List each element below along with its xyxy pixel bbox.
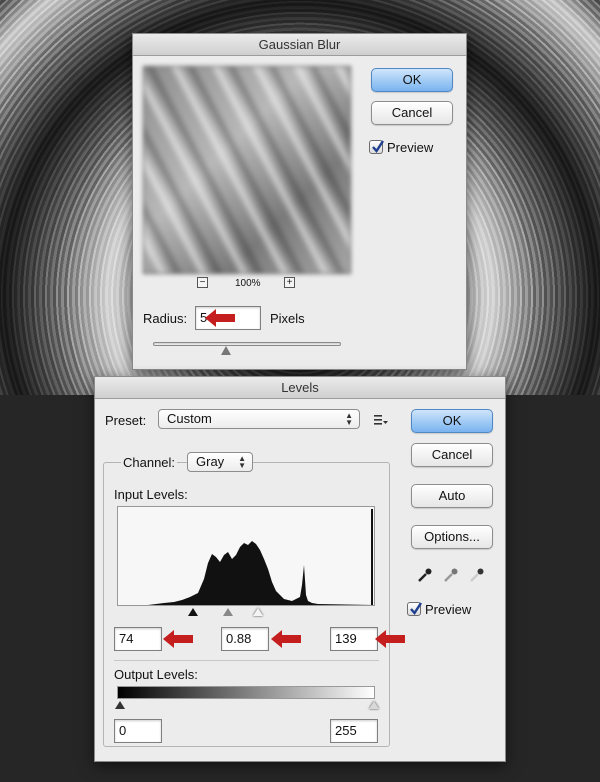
- output-white-field[interactable]: 255: [330, 719, 378, 743]
- levels-ok-button[interactable]: OK: [411, 409, 493, 433]
- gaussian-cancel-button[interactable]: Cancel: [371, 101, 453, 125]
- divider: [114, 660, 379, 661]
- gaussian-blur-title[interactable]: Gaussian Blur: [133, 34, 466, 56]
- channel-dropdown[interactable]: Gray ▲ ▼: [187, 452, 253, 472]
- levels-title[interactable]: Levels: [95, 377, 505, 399]
- annotation-arrow-icon: [205, 309, 235, 327]
- input-black-field[interactable]: 74: [114, 627, 162, 651]
- preset-label: Preset:: [105, 413, 147, 428]
- histogram-area: [118, 541, 374, 605]
- white-eyedropper-icon[interactable]: [469, 567, 485, 583]
- levels-preview-checkbox[interactable]: [407, 602, 423, 616]
- output-black-slider[interactable]: [115, 701, 125, 709]
- zoom-out-button[interactable]: −: [197, 277, 208, 288]
- input-gamma-slider[interactable]: [223, 608, 233, 616]
- output-white-slider[interactable]: [369, 701, 379, 709]
- levels-preview-label: Preview: [425, 602, 472, 617]
- checkmark-icon: [410, 602, 423, 615]
- annotation-arrow-icon: [375, 630, 405, 648]
- histogram[interactable]: [117, 506, 375, 606]
- updown-chevron-icon: ▲ ▼: [345, 411, 353, 427]
- zoom-in-button[interactable]: +: [284, 277, 295, 288]
- black-eyedropper-icon[interactable]: [417, 567, 433, 583]
- annotation-arrow-icon: [163, 630, 193, 648]
- input-gamma-field[interactable]: 0.88: [221, 627, 269, 651]
- blur-preview-image[interactable]: [143, 66, 351, 274]
- radius-label: Radius:: [143, 311, 188, 326]
- gray-eyedropper-icon[interactable]: [443, 567, 459, 583]
- gaussian-preview-checkbox[interactable]: [369, 140, 385, 154]
- input-black-slider[interactable]: [188, 608, 198, 616]
- checkmark-icon: [372, 140, 385, 153]
- output-levels-label: Output Levels:: [114, 667, 198, 682]
- gaussian-ok-button[interactable]: OK: [371, 68, 453, 92]
- output-black-field[interactable]: 0: [114, 719, 162, 743]
- zoom-level: 100%: [235, 278, 261, 289]
- input-levels-label: Input Levels:: [114, 487, 188, 502]
- gaussian-blur-dialog: Gaussian Blur − 100% + Radius: 5 Pixels …: [132, 33, 467, 370]
- radius-slider-track[interactable]: [153, 342, 341, 346]
- levels-dialog: Levels Preset: Custom ▲ ▼ Channel: Gray ▲…: [94, 376, 506, 762]
- list-options-icon[interactable]: [373, 412, 389, 428]
- annotation-arrow-icon: [271, 630, 301, 648]
- levels-cancel-button[interactable]: Cancel: [411, 443, 493, 467]
- levels-auto-button[interactable]: Auto: [411, 484, 493, 508]
- histogram-plot: [118, 509, 374, 605]
- gaussian-preview-label: Preview: [387, 140, 434, 155]
- updown-chevron-icon: ▲ ▼: [238, 454, 246, 470]
- input-white-slider[interactable]: [253, 608, 263, 616]
- output-gradient: [117, 686, 375, 699]
- radius-unit: Pixels: [270, 311, 305, 326]
- levels-options-button[interactable]: Options...: [411, 525, 493, 549]
- preset-dropdown[interactable]: Custom ▲ ▼: [158, 409, 360, 429]
- channel-label: Channel:: [121, 455, 178, 470]
- radius-slider-thumb[interactable]: [220, 346, 231, 355]
- screenshot: Gaussian Blur − 100% + Radius: 5 Pixels …: [0, 0, 600, 782]
- input-white-field[interactable]: 139: [330, 627, 378, 651]
